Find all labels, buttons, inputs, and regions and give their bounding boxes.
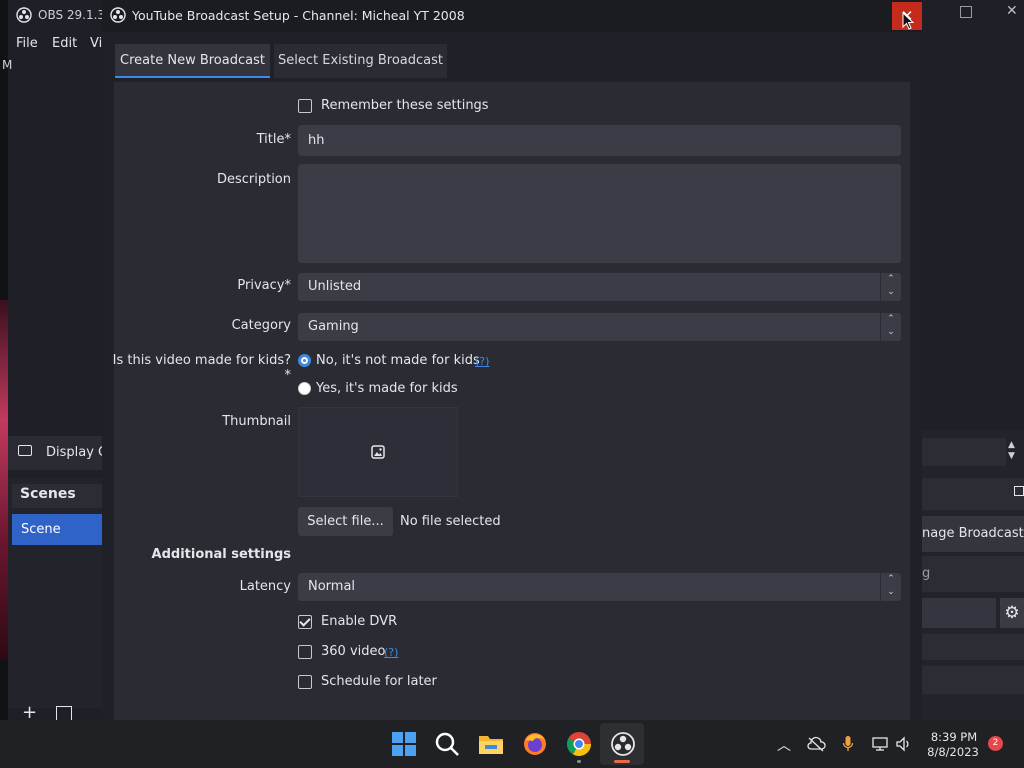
additional-settings-heading: Additional settings: [151, 547, 291, 562]
chrome-icon[interactable]: [565, 730, 593, 758]
spin-arrows-icon: ▲ ▼: [1008, 440, 1015, 461]
remember-settings-checkbox[interactable]: [298, 99, 312, 113]
dock-float-icon[interactable]: [1014, 486, 1024, 496]
obs-partial-text: M: [2, 58, 13, 72]
title-label: Title*: [256, 132, 291, 147]
cloud-off-icon[interactable]: [806, 736, 826, 752]
chrome-running-indicator: [577, 760, 581, 763]
obs-active-indicator: [614, 760, 630, 763]
obs-logo-icon: [16, 7, 32, 23]
volume-icon[interactable]: [895, 736, 913, 752]
kids-no-label: No, it's not made for kids: [316, 353, 480, 368]
enable-dvr-label: Enable DVR: [321, 614, 398, 629]
video-360-label: 360 video: [321, 644, 386, 659]
start-recording-button[interactable]: [922, 556, 1024, 592]
virtual-camera-button[interactable]: [922, 598, 996, 628]
notification-badge[interactable]: 2: [988, 736, 1003, 751]
obs-icon[interactable]: [609, 730, 637, 758]
manage-broadcast-label: nage Broadcast: [922, 526, 1024, 541]
latency-value: Normal: [308, 579, 356, 594]
description-label: Description: [216, 172, 291, 187]
scenes-panel: [8, 478, 103, 708]
video-360-help-link[interactable]: (?): [384, 646, 398, 659]
category-value: Gaming: [308, 319, 359, 334]
microphone-icon[interactable]: [842, 735, 854, 753]
schedule-later-label: Schedule for later: [321, 674, 437, 689]
category-select[interactable]: Gaming ⌃ ⌄: [298, 313, 901, 341]
kids-no-radio[interactable]: [298, 354, 311, 367]
privacy-value: Unlisted: [308, 279, 362, 294]
controls-header: [922, 478, 1024, 510]
menu-file[interactable]: File: [16, 36, 38, 51]
privacy-select[interactable]: Unlisted ⌃ ⌄: [298, 273, 901, 301]
file-explorer-icon[interactable]: [477, 730, 505, 758]
kids-help-link[interactable]: (?): [475, 355, 489, 368]
partial-label: g: [922, 566, 931, 581]
latency-label: Latency: [239, 579, 291, 594]
remember-settings-label: Remember these settings: [321, 98, 489, 113]
description-textarea[interactable]: [298, 164, 901, 263]
latency-spin-icon: ⌃ ⌄: [880, 573, 901, 601]
enable-dvr-checkbox[interactable]: [298, 615, 312, 629]
desktop-wallpaper: [0, 300, 8, 660]
obs-close-icon[interactable]: ✕: [1006, 3, 1018, 19]
transition-select[interactable]: [922, 438, 1006, 466]
kids-label: Is this video made for kids?*: [112, 353, 291, 383]
image-placeholder-icon: [371, 445, 385, 459]
category-spin-icon: ⌃ ⌄: [880, 313, 901, 341]
windows-start-icon[interactable]: [390, 730, 418, 758]
privacy-label: Privacy*: [237, 278, 291, 293]
scenes-title: Scenes: [20, 486, 76, 502]
menu-view[interactable]: Vi: [90, 36, 102, 51]
privacy-spin-icon: ⌃ ⌄: [880, 273, 901, 301]
title-input[interactable]: hh: [298, 125, 901, 156]
settings-button[interactable]: [922, 666, 1024, 694]
tab-create-new-broadcast[interactable]: Create New Broadcast: [115, 44, 270, 78]
clock-date[interactable]: 8/8/2023: [922, 745, 984, 759]
clock-time[interactable]: 8:39 PM: [928, 730, 980, 744]
display-capture-icon: [18, 445, 32, 456]
menu-edit[interactable]: Edit: [52, 36, 77, 51]
kids-yes-label: Yes, it's made for kids: [316, 381, 458, 396]
firefox-icon[interactable]: [521, 730, 549, 758]
video-360-checkbox[interactable]: [298, 645, 312, 659]
scene-item-label: Scene: [21, 522, 61, 537]
tab-select-existing-broadcast[interactable]: Select Existing Broadcast: [274, 44, 447, 78]
select-file-button[interactable]: Select file...: [298, 507, 393, 536]
schedule-later-checkbox[interactable]: [298, 675, 312, 689]
obs-dialog-logo-icon: [110, 7, 126, 23]
thumbnail-label: Thumbnail: [222, 414, 291, 429]
latency-select[interactable]: Normal ⌃ ⌄: [298, 573, 901, 601]
remove-scene-icon[interactable]: [56, 706, 72, 720]
search-icon[interactable]: [433, 730, 461, 758]
no-file-label: No file selected: [400, 514, 501, 529]
dialog-title: YouTube Broadcast Setup - Channel: Miche…: [132, 8, 465, 23]
category-label: Category: [231, 318, 291, 333]
studio-mode-button[interactable]: [922, 634, 1024, 660]
chevron-up-icon[interactable]: ︿: [777, 735, 791, 755]
maximize-icon[interactable]: [960, 6, 972, 18]
network-icon[interactable]: [871, 736, 889, 752]
mouse-cursor-icon: [902, 12, 914, 30]
kids-yes-radio[interactable]: [298, 382, 311, 395]
gear-icon[interactable]: ⚙: [1000, 598, 1024, 628]
